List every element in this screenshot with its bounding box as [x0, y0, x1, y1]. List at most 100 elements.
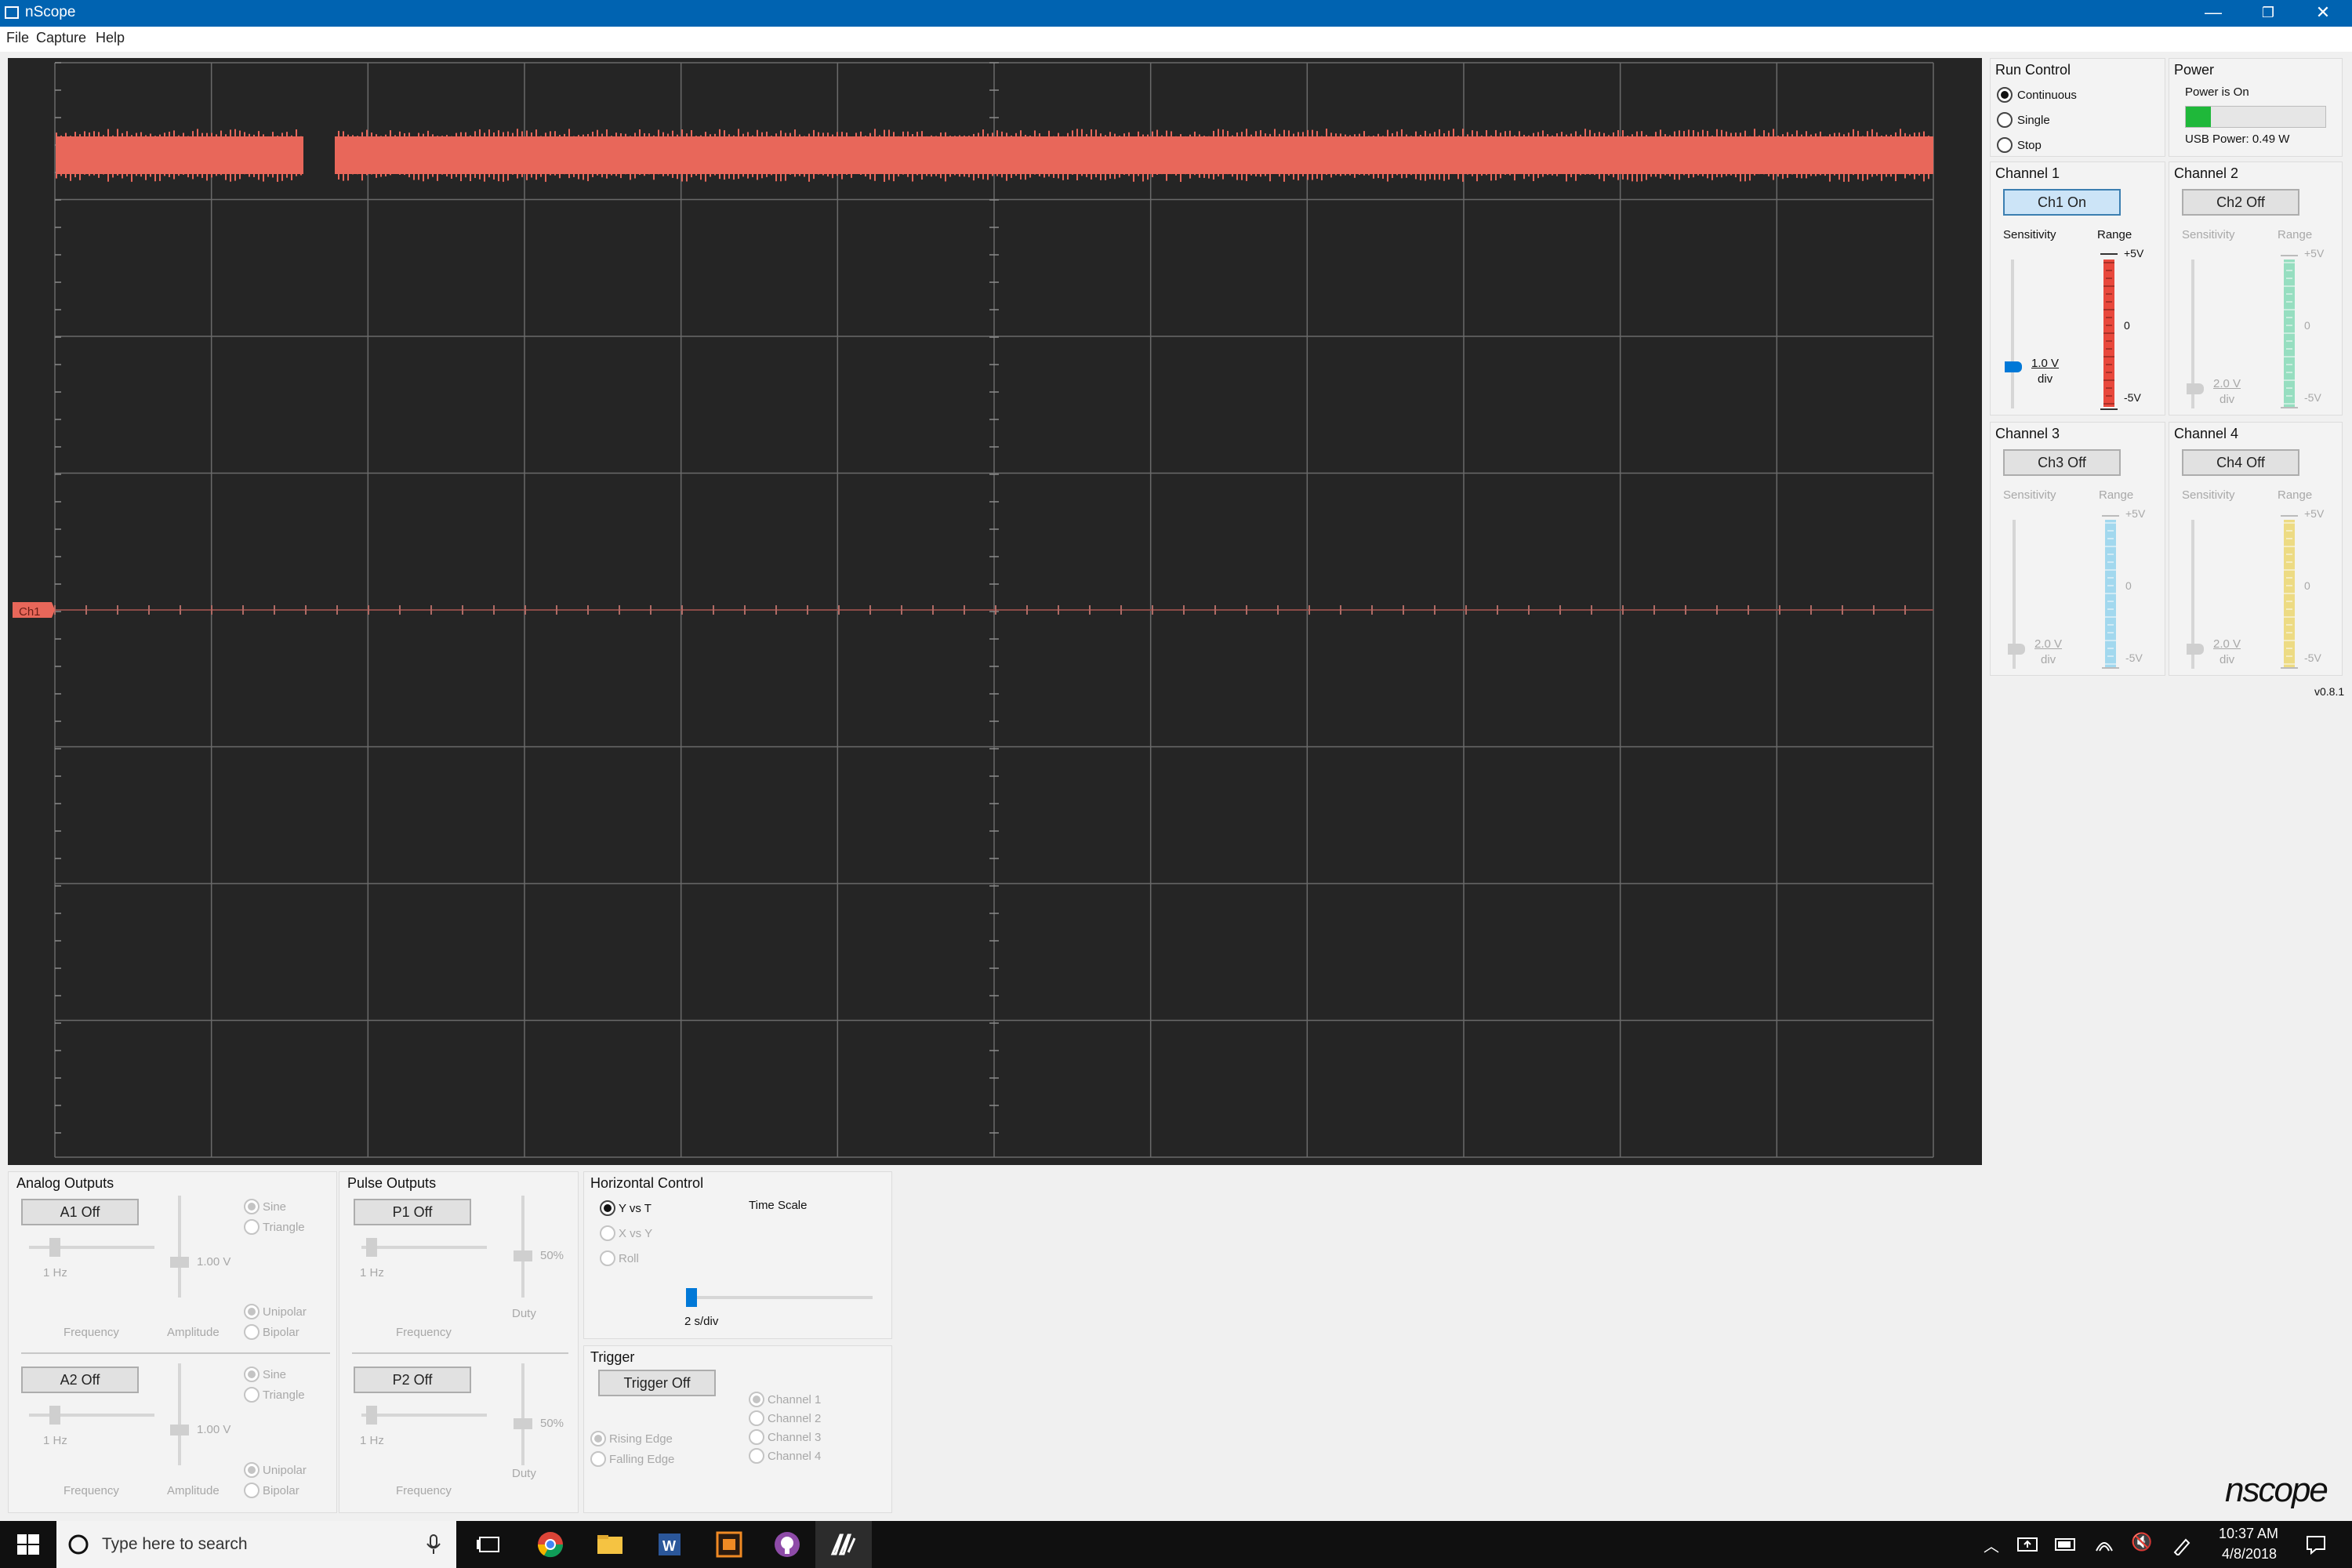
p2-frequency-thumb[interactable] — [366, 1406, 377, 1425]
radio-trigger-channel-3[interactable] — [749, 1429, 764, 1445]
channel-3-range-bottom: -5V — [2125, 652, 2143, 664]
pen-icon[interactable] — [2172, 1535, 2192, 1555]
a1-radio-unipolar[interactable] — [244, 1304, 260, 1319]
a2-frequency-thumb[interactable] — [49, 1406, 60, 1425]
channel-3-sensitivity-label: Sensitivity — [2003, 488, 2056, 502]
chrome-icon[interactable] — [535, 1529, 566, 1560]
radio-roll[interactable] — [600, 1250, 615, 1266]
channel-4-sensitivity-thumb[interactable] — [2187, 644, 2204, 655]
network-icon[interactable] — [2016, 1535, 2038, 1554]
channel-4-range-bar[interactable] — [2284, 520, 2295, 667]
power-meter — [2185, 106, 2326, 128]
wifi-icon[interactable] — [2093, 1535, 2115, 1554]
a1-radio-bipolar[interactable] — [244, 1324, 260, 1340]
channel-2-toggle-button[interactable]: Ch2 Off — [2182, 189, 2299, 216]
a2-radio-bipolar[interactable] — [244, 1483, 260, 1498]
microphone-icon[interactable] — [425, 1534, 442, 1555]
file-explorer-icon[interactable] — [594, 1529, 626, 1560]
a1-label-unipolar: Unipolar — [263, 1305, 307, 1319]
power-title: Power — [2174, 62, 2215, 78]
p1-frequency-thumb[interactable] — [366, 1238, 377, 1257]
windows-start-icon[interactable] — [13, 1529, 44, 1560]
minimize-button[interactable]: — — [2186, 0, 2241, 27]
nscope-taskbar-button[interactable] — [815, 1521, 872, 1568]
p1-duty-slider[interactable] — [521, 1196, 524, 1298]
label-stop: Stop — [2017, 139, 2042, 152]
time-scale-slider[interactable] — [689, 1296, 873, 1299]
channel-3-range-bar[interactable] — [2105, 520, 2116, 667]
radio-rising-edge[interactable] — [590, 1431, 606, 1446]
radio-trigger-channel-2[interactable] — [749, 1410, 764, 1426]
channel-1-sensitivity-thumb[interactable] — [2005, 361, 2022, 372]
p1-duty-thumb[interactable] — [514, 1250, 532, 1261]
radio-single[interactable] — [1997, 112, 2013, 128]
channel-4-range-bottom: -5V — [2304, 652, 2321, 664]
menu-file[interactable]: File — [6, 30, 29, 46]
p2-duty-thumb[interactable] — [514, 1418, 532, 1429]
maximize-button[interactable]: ❐ — [2241, 0, 2296, 27]
a1-radio-triangle[interactable] — [244, 1219, 260, 1235]
horizontal-control-panel: Horizontal Control Y vs T X vs Y Roll Ti… — [583, 1171, 892, 1339]
scope-display[interactable]: Ch1 — [8, 58, 1982, 1165]
a1-radio-sine[interactable] — [244, 1199, 260, 1214]
show-hidden-icons[interactable]: ︿ — [1984, 1534, 1999, 1556]
channel-2-range-bar[interactable] — [2284, 260, 2295, 407]
trigger-toggle-button[interactable]: Trigger Off — [598, 1370, 716, 1396]
nscope-app-icon — [830, 1534, 856, 1555]
channel-3-sensitivity-value: 2.0 V — [2034, 637, 2063, 651]
channel-2-sensitivity-thumb[interactable] — [2187, 383, 2204, 394]
a1-amplitude-thumb[interactable] — [170, 1257, 189, 1268]
task-view-icon[interactable] — [474, 1529, 505, 1560]
clock-time[interactable]: 10:37 AM — [2219, 1526, 2278, 1542]
p2-toggle-button[interactable]: P2 Off — [354, 1367, 471, 1393]
close-button[interactable]: ✕ — [2296, 0, 2350, 27]
menu-capture[interactable]: Capture — [36, 30, 86, 46]
channel-3-toggle-button[interactable]: Ch3 Off — [2003, 449, 2121, 476]
a2-amplitude-label: Amplitude — [167, 1484, 220, 1497]
time-scale-thumb[interactable] — [686, 1288, 697, 1307]
p2-duty-slider[interactable] — [521, 1363, 524, 1465]
a2-amplitude-thumb[interactable] — [170, 1425, 189, 1436]
a1-frequency-label: Frequency — [64, 1326, 119, 1339]
p1-frequency-slider[interactable] — [361, 1246, 487, 1249]
radio-trigger-channel-1[interactable] — [749, 1392, 764, 1407]
channel-3-sensitivity-thumb[interactable] — [2008, 644, 2025, 655]
a1-frequency-thumb[interactable] — [49, 1238, 60, 1257]
action-center-icon[interactable] — [2305, 1534, 2327, 1555]
a1-frequency-value: 1 Hz — [43, 1266, 67, 1279]
a2-radio-sine[interactable] — [244, 1367, 260, 1382]
a2-radio-unipolar[interactable] — [244, 1462, 260, 1478]
a2-radio-triangle[interactable] — [244, 1387, 260, 1403]
channel-1-range-bar[interactable] — [2103, 260, 2114, 407]
volume-muted-icon[interactable]: 🔇 — [2131, 1532, 2152, 1552]
radio-trigger-channel-4[interactable] — [749, 1448, 764, 1464]
radio-x-vs-y[interactable] — [600, 1225, 615, 1241]
radio-y-vs-t[interactable] — [600, 1200, 615, 1216]
channel-4-toggle-button[interactable]: Ch4 Off — [2182, 449, 2299, 476]
a2-toggle-button[interactable]: A2 Off — [21, 1367, 139, 1393]
clock-date[interactable]: 4/8/2018 — [2222, 1546, 2277, 1563]
radio-stop[interactable] — [1997, 137, 2013, 153]
title-bar: nScope — ❐ ✕ — [0, 0, 2352, 27]
app-icon-orange[interactable] — [713, 1529, 745, 1560]
channel-1-toggle-button[interactable]: Ch1 On — [2003, 189, 2121, 216]
taskbar: Type here to search W ︿ 🔇 10:37 AM 4/8/2… — [0, 1521, 2352, 1568]
taskbar-search-box[interactable]: Type here to search — [56, 1521, 456, 1568]
a1-toggle-button[interactable]: A1 Off — [21, 1199, 139, 1225]
channel-3-range-bottom-cap — [2102, 667, 2119, 669]
word-icon[interactable]: W — [654, 1529, 685, 1560]
a2-amplitude-slider[interactable] — [178, 1363, 181, 1465]
a1-amplitude-slider[interactable] — [178, 1196, 181, 1298]
github-icon[interactable] — [771, 1529, 803, 1560]
channel-4-sensitivity-label: Sensitivity — [2182, 488, 2235, 502]
p1-toggle-button[interactable]: P1 Off — [354, 1199, 471, 1225]
menu-help[interactable]: Help — [96, 30, 125, 46]
a1-frequency-slider[interactable] — [29, 1246, 154, 1249]
radio-continuous[interactable] — [1997, 87, 2013, 103]
p2-frequency-slider[interactable] — [361, 1414, 487, 1417]
channel-1-sensitivity-slider[interactable] — [2011, 260, 2014, 408]
a2-frequency-slider[interactable] — [29, 1414, 154, 1417]
run-control-title: Run Control — [1995, 62, 2071, 78]
battery-icon[interactable] — [2054, 1537, 2078, 1552]
radio-falling-edge[interactable] — [590, 1451, 606, 1467]
